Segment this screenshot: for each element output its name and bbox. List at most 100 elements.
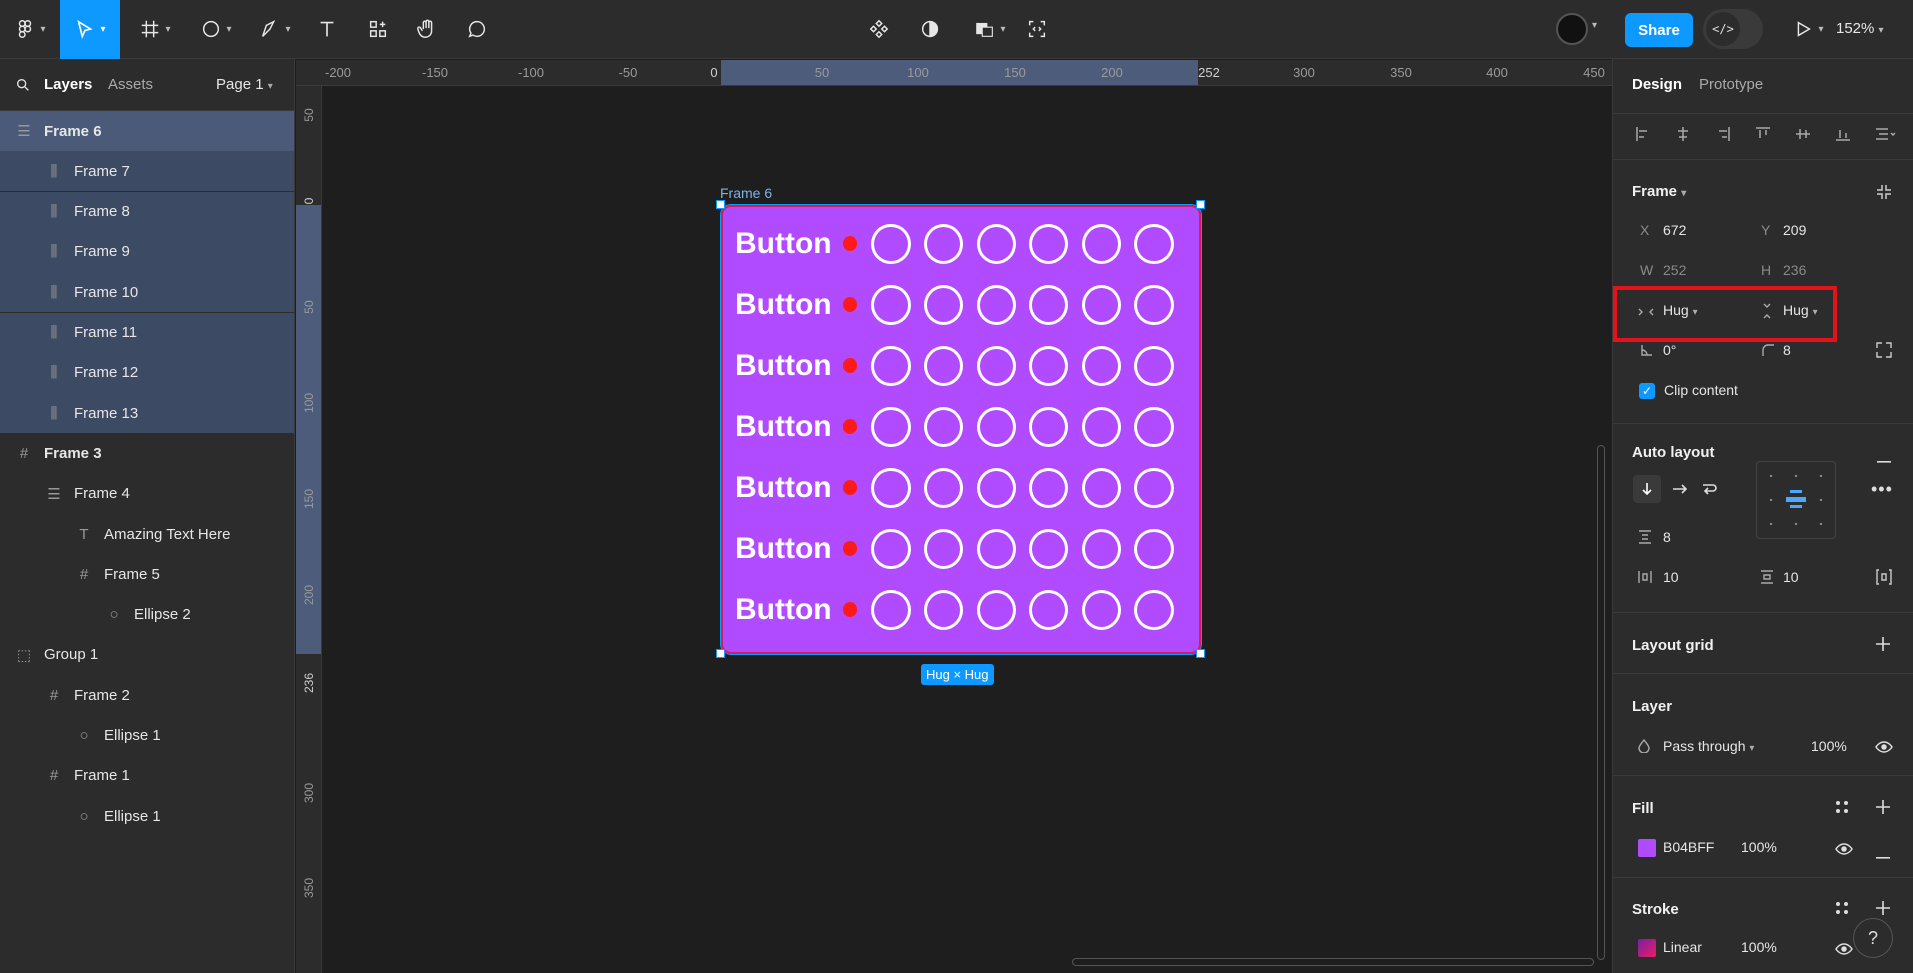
eye-icon[interactable]	[1875, 740, 1893, 756]
resources-tool-button[interactable]	[363, 9, 393, 49]
frame-row[interactable]: Button	[735, 400, 1187, 453]
align-left-icon[interactable]	[1635, 126, 1651, 145]
fill-hex-field[interactable]: B04BFF	[1663, 839, 1714, 855]
layer-row[interactable]: ⫼ Frame 10	[0, 272, 294, 313]
red-dot[interactable]	[842, 297, 858, 312]
ellipse-ring[interactable]	[1081, 589, 1121, 630]
create-component-button[interactable]	[863, 9, 895, 49]
ellipse-ring[interactable]	[1029, 467, 1069, 508]
layer-row[interactable]: ○ Ellipse 1	[0, 796, 294, 836]
ellipse-ring[interactable]	[871, 467, 911, 508]
ellipse-ring[interactable]	[1029, 406, 1069, 447]
x-field[interactable]: 672	[1663, 222, 1686, 238]
shape-tool-button[interactable]: ▾	[193, 9, 239, 49]
stroke-opacity-field[interactable]: 100%	[1741, 939, 1777, 955]
ellipse-ring[interactable]	[1029, 589, 1069, 630]
ellipse-ring[interactable]	[1134, 284, 1174, 325]
horizontal-padding-field[interactable]: 10	[1663, 569, 1679, 585]
layer-row[interactable]: ⫼ Frame 9	[0, 231, 294, 272]
vertical-padding-field[interactable]: 10	[1783, 569, 1799, 585]
user-avatar[interactable]	[1556, 13, 1588, 45]
remove-fill-icon[interactable]	[1876, 847, 1890, 863]
align-bottom-icon[interactable]	[1835, 126, 1851, 145]
ellipse-ring[interactable]	[923, 284, 964, 325]
ellipse-ring[interactable]	[1081, 406, 1121, 447]
stroke-gradient-swatch[interactable]	[1638, 939, 1656, 957]
resize-handle-bl[interactable]	[716, 649, 725, 658]
move-tool-button[interactable]: ▾	[60, 0, 120, 59]
layer-opacity-field[interactable]: 100%	[1811, 738, 1847, 754]
button-text[interactable]: Button	[735, 288, 839, 322]
alignment-grid[interactable]	[1756, 461, 1836, 539]
resize-handle-tl[interactable]	[716, 200, 725, 209]
layer-row[interactable]: T Amazing Text Here	[0, 514, 294, 554]
layer-row[interactable]: ☰ Frame 6	[0, 111, 294, 151]
layer-row[interactable]: ○ Ellipse 2	[0, 595, 294, 635]
h-field[interactable]: 236	[1783, 262, 1806, 278]
pen-tool-button[interactable]: ▾	[252, 9, 298, 49]
tab-design[interactable]: Design	[1632, 76, 1682, 93]
resize-handle-br[interactable]	[1196, 649, 1205, 658]
ellipse-ring[interactable]	[1081, 528, 1121, 569]
eye-icon[interactable]	[1835, 842, 1853, 858]
ellipse-ring[interactable]	[923, 528, 964, 569]
ellipse-ring[interactable]	[1029, 528, 1069, 569]
fill-color-swatch[interactable]	[1638, 839, 1656, 857]
layer-row[interactable]: # Frame 3	[0, 433, 294, 473]
layer-row[interactable]: ○ Ellipse 1	[0, 716, 294, 756]
present-button[interactable]: ▾	[1790, 9, 1826, 49]
vertical-scrollbar[interactable]	[1597, 445, 1605, 960]
ellipse-ring[interactable]	[871, 284, 911, 325]
boolean-ops-button[interactable]: ▾	[966, 9, 1014, 49]
ellipse-ring[interactable]	[1081, 345, 1121, 386]
layer-row[interactable]: # Frame 1	[0, 756, 294, 796]
ellipse-ring[interactable]	[1134, 345, 1174, 386]
ellipse-ring[interactable]	[976, 223, 1016, 264]
comment-tool-button[interactable]	[462, 9, 492, 49]
stroke-type-field[interactable]: Linear	[1663, 939, 1702, 955]
frame-section-title[interactable]: Frame ▾	[1632, 183, 1686, 200]
frame-tool-button[interactable]: ▾	[132, 9, 178, 49]
share-button[interactable]: Share	[1625, 13, 1693, 47]
button-text[interactable]: Button	[735, 532, 839, 566]
ellipse-ring[interactable]	[1134, 467, 1174, 508]
button-text[interactable]: Button	[735, 349, 839, 383]
styles-grid-icon[interactable]	[1835, 901, 1849, 918]
ellipse-ring[interactable]	[923, 345, 964, 386]
dev-mode-toggle[interactable]: </>	[1703, 9, 1763, 49]
ellipse-ring[interactable]	[976, 467, 1016, 508]
frame-row[interactable]: Button	[735, 339, 1187, 392]
ellipse-ring[interactable]	[976, 589, 1016, 630]
align-right-icon[interactable]	[1715, 126, 1731, 145]
align-top-icon[interactable]	[1755, 126, 1771, 145]
ellipse-ring[interactable]	[923, 467, 964, 508]
layer-row[interactable]: ☰ Frame 4	[0, 474, 294, 514]
ellipse-ring[interactable]	[871, 589, 911, 630]
ellipse-ring[interactable]	[976, 406, 1016, 447]
w-field[interactable]: 252	[1663, 262, 1686, 278]
crop-button[interactable]	[1021, 9, 1053, 49]
ellipse-ring[interactable]	[871, 345, 911, 386]
ellipse-ring[interactable]	[1081, 467, 1121, 508]
button-text[interactable]: Button	[735, 410, 839, 444]
arrow-right-icon[interactable]	[1672, 482, 1688, 499]
gap-field[interactable]: 8	[1663, 529, 1671, 545]
button-text[interactable]: Button	[735, 471, 839, 505]
chevron-down-icon[interactable]: ▾	[1592, 20, 1597, 31]
ellipse-ring[interactable]	[1134, 589, 1174, 630]
frame-row[interactable]: Button	[735, 217, 1187, 270]
red-dot[interactable]	[842, 541, 858, 556]
ellipse-ring[interactable]	[976, 528, 1016, 569]
clip-content-checkbox[interactable]: ✓	[1639, 383, 1655, 399]
tab-assets[interactable]: Assets	[108, 76, 153, 93]
red-dot[interactable]	[842, 358, 858, 373]
layer-row[interactable]: ⫼ Frame 12	[0, 352, 294, 393]
page-selector[interactable]: Page 1 ▾	[216, 76, 273, 93]
add-layout-grid-icon[interactable]	[1876, 637, 1890, 654]
hand-tool-button[interactable]	[412, 9, 442, 49]
ellipse-ring[interactable]	[976, 284, 1016, 325]
mask-button[interactable]	[914, 9, 946, 49]
resize-handle-tr[interactable]	[1196, 200, 1205, 209]
ellipse-ring[interactable]	[1029, 223, 1069, 264]
zoom-level[interactable]: 152% ▾	[1836, 20, 1884, 37]
